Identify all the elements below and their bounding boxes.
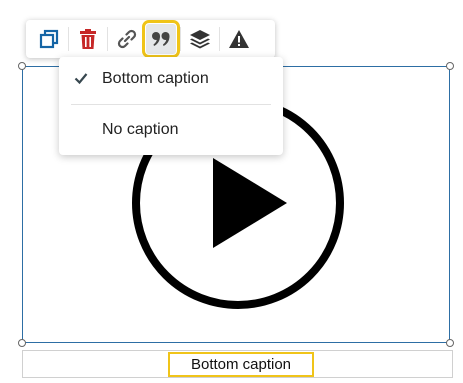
layers-icon — [190, 30, 210, 49]
menu-item-label: No caption — [102, 121, 179, 138]
duplicate-button[interactable] — [34, 24, 64, 54]
caption-button[interactable] — [142, 20, 180, 58]
resize-handle-bottom-left[interactable] — [18, 339, 26, 347]
duplicate-icon — [39, 29, 59, 49]
layers-button[interactable] — [185, 24, 215, 54]
delete-button[interactable] — [73, 24, 103, 54]
menu-item-bottom-caption[interactable]: Bottom caption — [59, 59, 283, 99]
warning-button[interactable] — [224, 24, 254, 54]
trash-icon — [80, 29, 96, 49]
menu-divider — [71, 104, 271, 105]
resize-handle-top-left[interactable] — [18, 62, 26, 70]
image-toolbar — [26, 20, 275, 58]
check-icon — [74, 73, 88, 85]
menu-item-no-caption[interactable]: No caption — [59, 110, 283, 150]
toolbar-divider — [180, 27, 181, 51]
menu-item-label: Bottom caption — [102, 70, 209, 87]
toolbar-divider — [219, 27, 220, 51]
toolbar-divider — [68, 27, 69, 51]
caption-text[interactable]: Bottom caption — [168, 352, 314, 377]
link-icon — [117, 29, 137, 49]
resize-handle-top-right[interactable] — [446, 62, 454, 70]
link-button[interactable] — [112, 24, 142, 54]
warning-icon — [229, 30, 249, 48]
toolbar-divider — [107, 27, 108, 51]
resize-handle-bottom-right[interactable] — [446, 339, 454, 347]
quote-icon — [152, 32, 170, 46]
caption-menu: Bottom caption No caption — [59, 57, 283, 155]
